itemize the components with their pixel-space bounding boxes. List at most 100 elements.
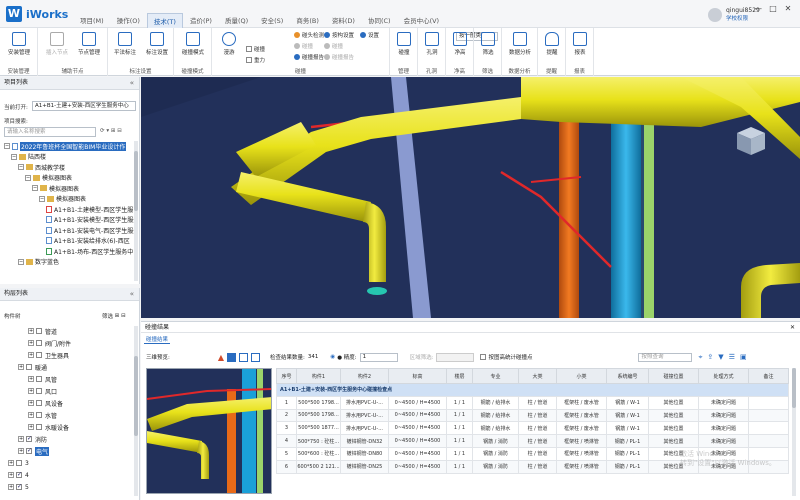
column-header[interactable]: 构件1 [296,368,341,384]
filter-button[interactable]: 筛选 [471,32,505,56]
tree-node[interactable]: A1+B1-土建模型-西区学生服 [46,204,133,214]
layer-checkbox[interactable] [26,447,32,454]
tree-node[interactable]: − 2022年鲁班杯全国智能BIM毕业设计作 [4,141,127,151]
layer-checkbox[interactable] [26,435,32,442]
settings-button[interactable]: 设置 [360,31,379,39]
layer-item[interactable]: + 风口 [28,386,57,396]
elevation-stat-checkbox[interactable] [480,354,487,360]
expand-icon[interactable]: + [8,472,14,478]
tree-node[interactable]: A1+B1-场布-西区学生服务中 [46,246,133,256]
column-header[interactable]: 碰撞位置 [648,368,699,384]
layer-item[interactable]: + 水暖设备 [28,422,69,432]
layer-checkbox[interactable] [36,388,42,394]
expand-icon[interactable]: − [4,143,10,149]
tree-node[interactable]: A1+B1-安装给排水(6)-西区 [46,236,130,246]
fit-view-icon[interactable] [227,352,237,362]
column-header[interactable]: 大类 [518,368,557,384]
tree-node[interactable]: − 西城教学楼 [18,162,65,172]
expand-icon[interactable]: + [28,388,34,394]
expand-icon[interactable]: + [28,400,34,406]
collision-small-button-2[interactable]: 碰撞 [324,42,343,50]
column-header[interactable]: 楼层 [446,368,473,384]
table-row[interactable]: 2 500*500 1798... 排水用PVC-U-... 0~4500 / H=4… [276,408,789,423]
export-icon[interactable]: ⇪ [707,353,713,361]
data-analysis-button[interactable]: 数据分析 [503,32,537,56]
menu-item[interactable]: 技术(T) [146,13,183,28]
column-header[interactable]: 系统编号 [606,368,649,384]
menu-item[interactable]: 资料(D) [326,13,361,28]
expand-icon[interactable]: + [28,352,34,358]
expand-icon[interactable]: + [8,460,14,466]
results-search-input[interactable]: 按照查询 [638,352,693,362]
expand-icon[interactable]: − [39,195,45,202]
menu-item[interactable]: 造价(P) [184,13,218,28]
3d-viewport[interactable] [141,77,800,318]
layer-item[interactable]: + 暖通 [18,362,47,372]
column-header[interactable]: 标高 [388,368,447,384]
expand-icon[interactable]: − [32,185,38,191]
layer-item[interactable]: + 卫生器具 [28,350,69,360]
collision-marker[interactable] [367,287,387,295]
expand-icon[interactable]: − [11,153,17,160]
expand-icon[interactable]: + [18,448,24,454]
layer-checkbox[interactable] [16,471,22,478]
menu-item[interactable]: 会员中心(V) [398,13,446,28]
flat-annotate-button[interactable]: 平法标注 [108,32,142,56]
group-row[interactable]: A1+B1-土建+安装-西区学生服务中心碰撞检查点 [276,383,789,397]
close-button[interactable]: ✕ [782,4,794,13]
expand-icon[interactable]: + [28,424,34,430]
region-filter-select[interactable] [436,352,475,362]
tree-node[interactable]: A1+B1-安装电气-西区学生服务 [46,225,134,235]
menu-item[interactable]: 质量(Q) [219,13,254,28]
menu-item[interactable]: 商务(B) [290,13,325,28]
expand-icon[interactable]: − [25,174,31,181]
list-icon[interactable]: ☰ [729,353,735,361]
layer-item[interactable]: + 消防 [18,434,47,444]
tree-node[interactable]: − 模拟器图表 [32,183,79,193]
expand-icon[interactable]: + [28,376,34,382]
tab-collision-results[interactable]: 碰撞结果 [144,335,171,344]
collapse-icon[interactable]: « [130,77,134,89]
3d-preview[interactable] [146,368,272,494]
expand-icon[interactable]: + [28,412,34,418]
project-search-input[interactable]: 请输入名称搜索 [4,127,96,137]
layer-item[interactable]: + 阀门/附件 [28,338,71,348]
eye-icon[interactable]: ◉ [330,354,335,360]
minimize-button[interactable]: — [752,4,764,13]
column-header[interactable]: 小类 [556,368,607,384]
layer-checkbox[interactable] [36,352,42,358]
annotate-settings-button[interactable]: 标注设置 [140,32,174,56]
expand-icon[interactable]: − [18,258,24,265]
tree-node[interactable]: − 模拟器图表 [39,194,86,204]
menu-item[interactable]: 项目(M) [74,13,110,28]
layer-item[interactable]: + 水管 [28,410,57,420]
precision-select[interactable]: 1 [359,352,398,362]
layer-item[interactable]: + 风管 [28,374,57,384]
current-project-select[interactable]: A1+B1-土建+安装-西区学生服务中心 [32,101,136,111]
project-scrollbar[interactable] [134,141,138,281]
component-settings-button[interactable]: 按构设置 [324,31,354,39]
column-header[interactable]: 序号 [276,368,297,384]
color-icon[interactable]: ▲ [218,353,224,362]
layer-checkbox[interactable] [36,328,42,334]
table-row[interactable]: 1 500*500 1798... 排水用PVC-U-... 0~4500 / H=4… [276,395,789,410]
expand-icon[interactable]: + [28,340,34,346]
collision-mode-button[interactable]: 碰撞模式 [176,32,210,56]
head-detect-button[interactable]: 碰头检测 [294,31,324,39]
table-row[interactable]: 4 500*750 : 砼柱... 镀锌钢管-DN32 0~4500 / H=4500… [276,434,789,448]
layer-checkbox[interactable] [36,376,42,382]
maximize-button[interactable]: □ [767,4,779,13]
collision-report-button[interactable]: 碰撞报告 [294,53,324,61]
layer-checkbox[interactable] [26,364,32,370]
expand-icon[interactable]: − [18,164,24,170]
layer-checkbox[interactable] [36,400,42,406]
save-icon[interactable]: ▣ [740,353,747,361]
layout-icon[interactable] [251,352,261,362]
expand-icon[interactable]: + [28,328,34,334]
tree-node[interactable]: − 模拟器图表 [25,173,72,183]
roam-button[interactable]: 漫游 [212,32,246,56]
tree-node[interactable]: − 数字蓝色 [18,257,59,267]
report-button[interactable]: 报表 [563,32,597,56]
insert-node-button[interactable]: 插入节点 [40,32,74,56]
column-header[interactable]: 处理方式 [698,368,749,384]
